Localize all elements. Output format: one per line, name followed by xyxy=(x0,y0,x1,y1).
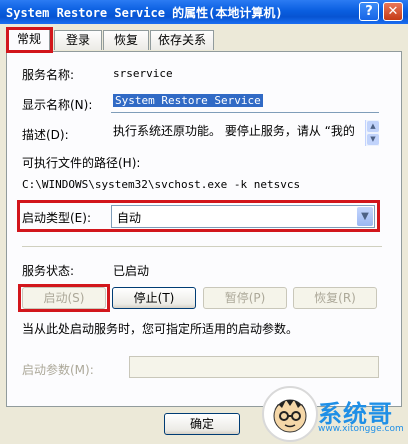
start-button[interactable]: 启动(S) xyxy=(22,287,106,309)
chevron-down-icon[interactable]: ▼ xyxy=(357,207,373,226)
window-title: System Restore Service 的属性(本地计算机) xyxy=(6,6,283,20)
divider xyxy=(22,246,382,247)
exe-path-label: 可执行文件的路径(H): xyxy=(22,156,141,170)
description-value: 执行系统还原功能。 要停止服务，请从 “我的 xyxy=(113,124,355,138)
exe-path-value: C:\WINDOWS\system32\svchost.exe -k netsv… xyxy=(22,178,301,191)
title-bar: System Restore Service 的属性(本地计算机) ? ✕ xyxy=(0,0,408,24)
service-name-label: 服务名称: xyxy=(22,68,75,82)
ok-button[interactable]: 确定 xyxy=(164,413,240,435)
scroll-down-icon[interactable]: ▼ xyxy=(367,134,379,145)
pause-button[interactable]: 暂停(P) xyxy=(203,287,287,309)
startup-type-value: 自动 xyxy=(117,211,142,225)
description-scrollbar[interactable]: ▲ ▼ xyxy=(365,120,379,146)
stop-button[interactable]: 停止(T) xyxy=(112,287,196,309)
startup-type-select[interactable]: 自动 ▼ xyxy=(111,205,375,228)
tab-dependencies[interactable]: 依存关系 xyxy=(150,30,214,50)
description-field[interactable]: 执行系统还原功能。 要停止服务，请从 “我的 ▲ ▼ xyxy=(111,120,379,146)
watermark-logo-icon xyxy=(262,386,318,442)
resume-button[interactable]: 恢复(R) xyxy=(293,287,377,309)
display-name-value: System Restore Service xyxy=(113,94,263,107)
tab-logon[interactable]: 登录 xyxy=(54,30,102,50)
service-status-value: 已启动 xyxy=(113,264,150,278)
description-label: 描述(D): xyxy=(22,128,69,142)
watermark-url: www.xitongge.com xyxy=(318,424,404,434)
start-params-label: 启动参数(M): xyxy=(22,363,94,377)
display-name-field[interactable]: System Restore Service xyxy=(111,92,379,112)
scroll-up-icon[interactable]: ▲ xyxy=(367,121,379,132)
service-status-label: 服务状态: xyxy=(22,264,75,278)
service-name-value: srservice xyxy=(113,67,173,80)
help-button[interactable]: ? xyxy=(359,2,379,21)
close-button[interactable]: ✕ xyxy=(383,2,403,21)
tab-general[interactable]: 常规 xyxy=(8,28,50,52)
start-params-field[interactable] xyxy=(129,356,379,378)
tab-recovery[interactable]: 恢复 xyxy=(103,30,149,50)
display-name-label: 显示名称(N): xyxy=(22,98,93,112)
start-params-hint: 当从此处启动服务时，您可指定所适用的启动参数。 xyxy=(22,322,299,336)
startup-type-label: 启动类型(E): xyxy=(22,211,91,225)
